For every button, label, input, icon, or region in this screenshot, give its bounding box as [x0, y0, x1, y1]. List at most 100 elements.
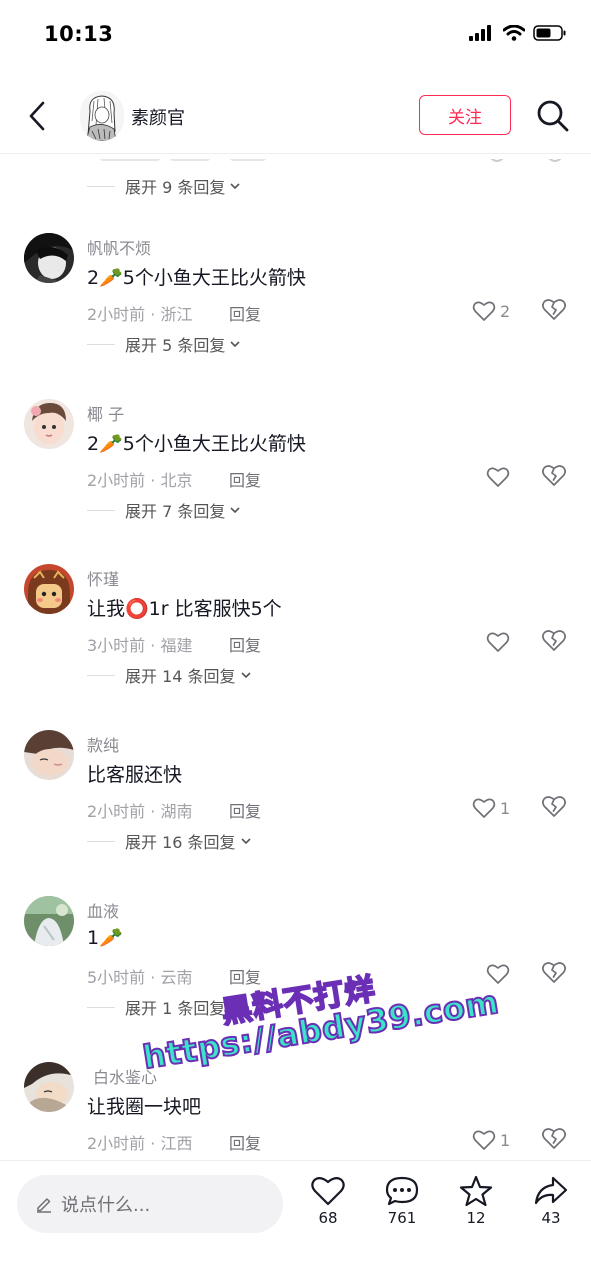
chevron-down-icon	[240, 672, 251, 679]
comment-meta: 5小时前 · 云南	[87, 968, 193, 987]
comment-text: 比客服还快	[87, 764, 183, 786]
comment-meta: 2小时前 · 北京	[87, 471, 193, 490]
bottom-action-bar: 说点什么... 68 761 12 43	[0, 1160, 591, 1280]
like-button[interactable]: 1	[472, 1126, 510, 1154]
commenter-name[interactable]: 白水鉴心	[93, 1064, 157, 1088]
expand-replies-button[interactable]: 展开 16 条回复	[87, 829, 252, 853]
expand-replies-button[interactable]: 展开 9 条回复	[87, 174, 241, 198]
like-button[interactable]: 2	[472, 297, 510, 325]
comment-action-button[interactable]: 761	[377, 1175, 427, 1227]
expand-replies-label: 展开 7 条回复	[125, 502, 226, 521]
like-button[interactable]	[486, 463, 514, 491]
battery-icon	[533, 25, 566, 41]
follow-button[interactable]: 关注	[419, 95, 511, 135]
commenter-name[interactable]: 血液	[87, 898, 119, 922]
signal-icon	[469, 25, 491, 41]
dislike-button[interactable]	[541, 794, 569, 822]
like-count: 2	[500, 301, 511, 321]
commenter-name[interactable]: 椰 子	[87, 401, 124, 425]
commenter-name[interactable]: 款纯	[87, 732, 119, 756]
reply-button[interactable]: 回复	[229, 301, 261, 325]
dislike-button[interactable]	[541, 628, 569, 656]
like-button[interactable]	[486, 628, 514, 656]
divider-line	[87, 343, 115, 345]
comment-item: 帆帆不烦 2🥕5个小鱼大王比火箭快 2小时前 · 浙江 回复 2 展开 5 条回…	[0, 233, 591, 373]
expand-replies-label: 展开 9 条回复	[125, 178, 226, 197]
back-button[interactable]	[22, 96, 52, 136]
reply-button[interactable]: 回复	[229, 798, 261, 822]
broken-heart-icon	[542, 465, 566, 486]
divider-line	[87, 185, 115, 187]
broken-heart-icon	[542, 630, 566, 651]
reply-button[interactable]: 回复	[229, 632, 261, 656]
chevron-down-icon	[240, 838, 251, 845]
dislike-button[interactable]	[541, 463, 569, 491]
divider-line	[87, 1006, 115, 1008]
broken-heart-icon	[542, 299, 566, 320]
comment-item: 白水鉴心 让我圈一块吧 2小时前 · 江西 回复 1	[0, 1062, 591, 1158]
broken-heart-icon	[542, 1128, 566, 1149]
chevron-down-icon	[230, 341, 240, 348]
avatar[interactable]	[24, 399, 74, 449]
comment-meta: 3小时前 · 福建	[87, 636, 193, 655]
favorite-action-button[interactable]: 12	[451, 1175, 501, 1227]
chevron-down-icon	[230, 507, 240, 514]
top-nav-bar: 素颜官 关注	[0, 82, 591, 154]
commenter-name[interactable]: 怀瑾	[87, 566, 119, 590]
comment-icon	[385, 1176, 419, 1206]
avatar[interactable]	[24, 730, 74, 780]
author-name[interactable]: 素颜官	[131, 104, 185, 130]
commenter-name[interactable]: 帆帆不烦	[87, 235, 151, 259]
like-button[interactable]	[486, 960, 514, 988]
avatar[interactable]	[24, 564, 74, 614]
comment-item: 款纯 比客服还快 2小时前 · 湖南 回复 1 展开 16 条回复	[0, 730, 591, 870]
comment-meta: 2小时前 · 江西	[87, 1134, 193, 1153]
share-icon	[534, 1176, 568, 1205]
comment-meta: 2小时前 · 浙江	[87, 305, 193, 324]
expand-replies-button[interactable]: 展开 5 条回复	[87, 332, 241, 356]
like-count: 1	[500, 1130, 511, 1150]
reply-button[interactable]: 回复	[229, 467, 261, 491]
like-action-button[interactable]: 68	[303, 1175, 353, 1227]
like-button[interactable]: 1	[472, 794, 510, 822]
share-action-button[interactable]: 43	[526, 1175, 576, 1227]
pencil-icon	[37, 1198, 51, 1213]
avatar[interactable]	[24, 1062, 74, 1112]
comment-item: 怀瑾 让我⭕1r 比客服快5个 3小时前 · 福建 回复 展开 14 条回复	[0, 564, 591, 704]
comment-item: 椰 子 2🥕5个小鱼大王比火箭快 2小时前 · 北京 回复 展开 7 条回复	[0, 399, 591, 539]
comment-meta: 2小时前 · 湖南	[87, 802, 193, 821]
expand-replies-label: 展开 5 条回复	[125, 336, 226, 355]
back-arrow-icon	[29, 101, 45, 131]
dislike-button[interactable]	[541, 297, 569, 325]
status-time: 10:13	[44, 22, 114, 46]
reply-button[interactable]: 回复	[229, 964, 261, 988]
expand-replies-button[interactable]: 展开 7 条回复	[87, 498, 241, 522]
reply-button[interactable]: 回复	[229, 1130, 261, 1154]
broken-heart-icon	[542, 962, 566, 983]
heart-icon	[472, 301, 496, 321]
expand-replies-button[interactable]: 展开 1 条回复	[87, 995, 241, 1019]
status-bar: 10:13	[0, 0, 591, 70]
heart-icon	[486, 467, 510, 487]
avatar[interactable]	[24, 896, 74, 946]
comment-text: 2🥕5个小鱼大王比火箭快	[87, 267, 306, 289]
comment-text: 让我⭕1r 比客服快5个	[87, 598, 282, 620]
expand-replies-button[interactable]: 展开 14 条回复	[87, 663, 252, 687]
status-icons	[469, 25, 567, 41]
comment-input[interactable]: 说点什么...	[17, 1175, 283, 1233]
favorite-count: 12	[466, 1209, 486, 1227]
dislike-button[interactable]	[541, 960, 569, 988]
dislike-button[interactable]	[541, 1126, 569, 1154]
like-count: 1	[500, 798, 511, 818]
heart-icon	[486, 964, 510, 984]
like-count: 68	[318, 1209, 338, 1227]
comment-text: 2🥕5个小鱼大王比火箭快	[87, 433, 306, 455]
search-button[interactable]	[535, 98, 571, 134]
heart-icon	[472, 798, 496, 818]
author-avatar[interactable]	[80, 91, 124, 141]
avatar[interactable]	[24, 233, 74, 283]
share-count: 43	[541, 1209, 561, 1227]
comment-text: 让我圈一块吧	[87, 1096, 202, 1118]
chevron-down-icon	[230, 1004, 240, 1011]
search-icon	[537, 100, 569, 132]
